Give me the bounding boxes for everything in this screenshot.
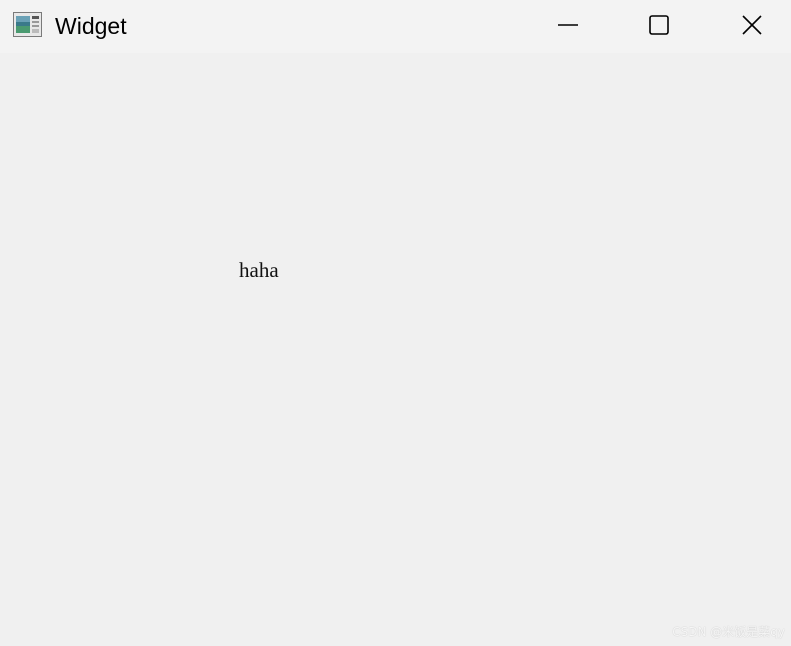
widget-window: Widget haha CSDN @米饭是菜qy [0,0,791,646]
close-button[interactable] [729,0,775,53]
app-icon [13,12,42,37]
window-title: Widget [55,13,127,39]
minimize-button[interactable] [545,0,591,53]
minimize-icon [558,24,578,26]
csdn-watermark: CSDN @米饭是菜qy [672,625,785,639]
maximize-button[interactable] [636,0,682,53]
client-area: haha [0,53,791,646]
close-icon [742,15,762,35]
maximize-icon [649,15,669,35]
text-label: haha [239,258,279,282]
title-bar[interactable]: Widget [0,0,791,53]
